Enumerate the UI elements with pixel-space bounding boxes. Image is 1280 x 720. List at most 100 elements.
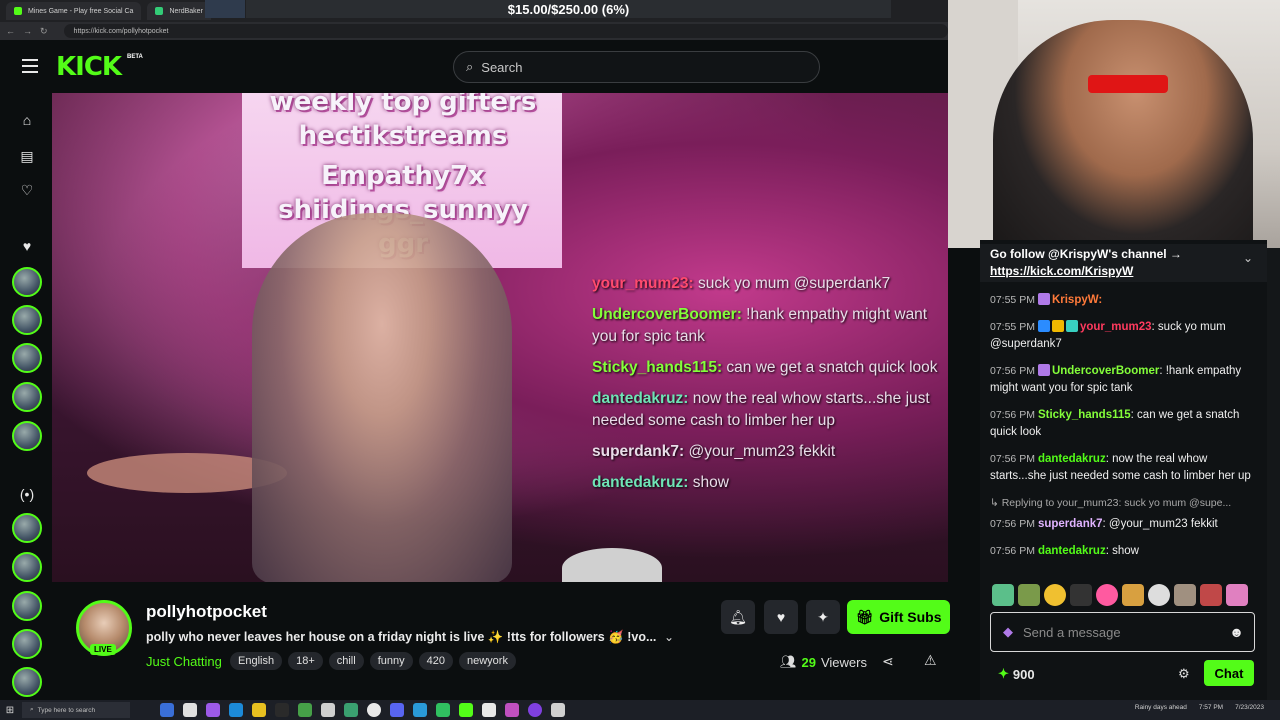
channel-avatar[interactable] bbox=[12, 421, 42, 451]
following-icon[interactable]: ▤ bbox=[18, 147, 36, 165]
points-icon: ✦ bbox=[998, 666, 1009, 681]
app-icon[interactable] bbox=[229, 703, 243, 717]
sparkle-button[interactable]: ✦ bbox=[806, 600, 840, 634]
video-player[interactable]: weekly top gifters hectikstreams Empathy… bbox=[52, 93, 948, 582]
share-icon[interactable]: ⋖ bbox=[882, 653, 894, 670]
menu-icon[interactable] bbox=[22, 59, 38, 73]
browser-tab[interactable]: Mines Game - Play free Social Ca bbox=[6, 2, 142, 20]
emote-icon[interactable] bbox=[1226, 584, 1248, 606]
app-icon[interactable] bbox=[206, 703, 220, 717]
forward-icon[interactable]: → bbox=[23, 26, 32, 36]
tag[interactable]: chill bbox=[328, 652, 364, 670]
pinned-text: Go follow @KrispyW's channel → bbox=[990, 247, 1182, 261]
kick-logo[interactable]: KICK bbox=[56, 52, 122, 82]
send-chat-button[interactable]: Chat bbox=[1204, 660, 1254, 686]
app-icon[interactable] bbox=[275, 703, 289, 717]
emote-icon[interactable] bbox=[1044, 584, 1066, 606]
emote-bar bbox=[992, 584, 1248, 606]
tag[interactable]: English bbox=[230, 652, 283, 670]
app-icon[interactable] bbox=[413, 703, 427, 717]
emote-icon[interactable] bbox=[1148, 584, 1170, 606]
emote-icon[interactable] bbox=[1200, 584, 1222, 606]
emote-icon[interactable] bbox=[1096, 584, 1118, 606]
app-icon[interactable] bbox=[321, 703, 335, 717]
stream-info: LIVE pollyhotpocket polly who never leav… bbox=[52, 582, 974, 700]
points-value: 900 bbox=[1012, 666, 1035, 682]
channel-avatar[interactable] bbox=[12, 305, 42, 335]
gifter-name: hectikstreams bbox=[298, 121, 508, 151]
start-icon[interactable]: ⊞ bbox=[0, 705, 20, 716]
app-icon[interactable] bbox=[298, 703, 312, 717]
tag[interactable]: newyork bbox=[458, 652, 516, 670]
chevron-down-icon[interactable]: ⌄ bbox=[1243, 250, 1253, 267]
home-icon[interactable]: ⌂ bbox=[18, 111, 36, 129]
channel-points[interactable]: ✦ 900 bbox=[998, 666, 1035, 682]
search-input[interactable]: ⌕ Search bbox=[453, 51, 820, 83]
app-icon[interactable] bbox=[436, 703, 450, 717]
weather-text[interactable]: Rainy days ahead bbox=[1135, 704, 1187, 711]
tag[interactable]: 18+ bbox=[288, 652, 323, 670]
chat-message: 07:56 PM superdank7: @your_mum23 fekkit bbox=[990, 518, 1218, 530]
clock-date[interactable]: 7/23/2023 bbox=[1235, 704, 1264, 711]
browser-tab[interactable]: NerdBaker bbox=[147, 2, 211, 20]
emoji-icon[interactable]: ☻ bbox=[1229, 624, 1244, 640]
app-icon[interactable] bbox=[551, 703, 565, 717]
heart-icon[interactable]: ♡ bbox=[18, 181, 36, 199]
gear-icon[interactable]: ⚙ bbox=[1178, 666, 1190, 682]
channel-avatar[interactable] bbox=[12, 629, 42, 659]
app-icon[interactable] bbox=[528, 703, 542, 717]
emote-icon[interactable] bbox=[1174, 584, 1196, 606]
back-icon[interactable]: ← bbox=[6, 26, 15, 36]
app-icon[interactable] bbox=[482, 703, 496, 717]
channel-avatar[interactable] bbox=[12, 667, 42, 697]
emote-icon[interactable] bbox=[992, 584, 1014, 606]
emote-icon[interactable] bbox=[1018, 584, 1040, 606]
gift-subs-button[interactable]: 🎁︎ Gift Subs bbox=[847, 600, 950, 634]
chat-message: 07:56 PM dantedakruz: now the real whow s… bbox=[990, 452, 1251, 483]
webcam-overlay bbox=[948, 0, 1280, 248]
reload-icon[interactable]: ↻ bbox=[40, 26, 48, 37]
webcam-person bbox=[993, 20, 1253, 248]
pinned-link[interactable]: https://kick.com/KrispyW bbox=[990, 263, 1257, 280]
overlay-chat-message: dantedakruz: now the real whow starts...… bbox=[592, 390, 930, 429]
tag[interactable]: 420 bbox=[418, 652, 453, 670]
chat-message: 07:56 PM dantedakruz: show bbox=[990, 544, 1139, 557]
channel-avatar[interactable] bbox=[12, 267, 42, 297]
category-link[interactable]: Just Chatting bbox=[146, 654, 222, 669]
crown-badge-icon bbox=[1051, 319, 1064, 332]
left-sidebar: ⌂ ▤ ♡ ♥ (•) bbox=[0, 93, 52, 700]
page-scrollbar[interactable] bbox=[1267, 248, 1280, 700]
app-icon[interactable] bbox=[344, 703, 358, 717]
taskbar-search[interactable]: ⌕ Type here to search bbox=[22, 702, 130, 718]
emote-icon[interactable] bbox=[1070, 584, 1092, 606]
beta-label: BETA bbox=[127, 54, 143, 60]
taskbar-apps bbox=[160, 703, 565, 717]
app-icon[interactable] bbox=[367, 703, 381, 717]
url-field[interactable]: https://kick.com/pollyhotpocket bbox=[63, 24, 948, 38]
app-icon[interactable] bbox=[183, 703, 197, 717]
live-badge: LIVE bbox=[90, 644, 116, 655]
tab-favicon-icon bbox=[155, 7, 164, 15]
follow-heart-button[interactable]: ♥ bbox=[764, 600, 798, 634]
report-icon[interactable]: ⚠ bbox=[924, 652, 937, 669]
tag[interactable]: funny bbox=[369, 652, 413, 670]
notification-bell-button[interactable]: 🔔︎ bbox=[721, 600, 755, 634]
app-icon[interactable] bbox=[505, 703, 519, 717]
streamer-name[interactable]: pollyhotpocket bbox=[146, 602, 267, 622]
channel-avatar[interactable] bbox=[12, 513, 42, 543]
app-icon[interactable] bbox=[459, 703, 473, 717]
stream-title: polly who never leaves her house on a fr… bbox=[146, 630, 657, 644]
app-icon[interactable] bbox=[252, 703, 266, 717]
clock-time[interactable]: 7:57 PM bbox=[1199, 704, 1223, 711]
channel-avatar[interactable] bbox=[12, 552, 42, 582]
chat-message-input[interactable]: ◆ Send a message ☻ bbox=[990, 612, 1255, 652]
chevron-down-icon[interactable]: ⌄ bbox=[664, 630, 674, 644]
channel-avatar[interactable] bbox=[12, 591, 42, 621]
app-icon[interactable] bbox=[160, 703, 174, 717]
channel-avatar[interactable] bbox=[12, 382, 42, 412]
app-icon[interactable] bbox=[390, 703, 404, 717]
emote-icon[interactable] bbox=[1122, 584, 1144, 606]
overlay-chat-message: dantedakruz: show bbox=[592, 474, 729, 491]
channel-avatar[interactable] bbox=[12, 343, 42, 373]
search-icon: ⌕ bbox=[30, 706, 34, 713]
